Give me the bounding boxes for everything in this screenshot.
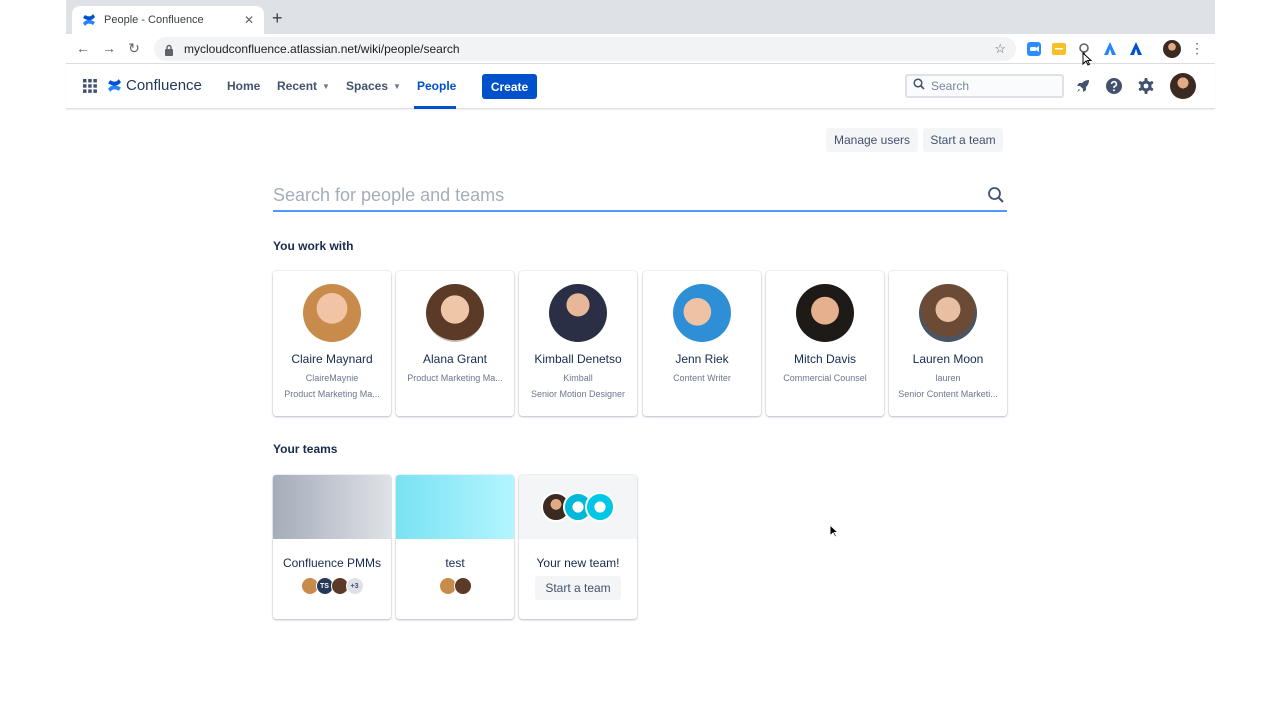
member-avatar	[453, 577, 472, 595]
nav-item-people[interactable]: People	[417, 79, 456, 93]
you-work-with-heading: You work with	[273, 239, 354, 253]
person-avatar	[673, 284, 731, 342]
browser-tab-strip: People - Confluence ✕ +	[66, 0, 1215, 34]
person-title: Senior Motion Designer	[530, 389, 626, 399]
manage-users-button[interactable]: Manage users	[826, 128, 918, 152]
create-button[interactable]: Create	[482, 74, 537, 99]
search-icon	[913, 77, 925, 95]
forward-arrow-icon[interactable]: →	[100, 40, 118, 56]
person-avatar	[549, 284, 607, 342]
app-switcher-icon[interactable]	[83, 79, 97, 93]
team-banner	[396, 475, 514, 539]
person-username: lauren	[935, 373, 961, 383]
nav-item-spaces[interactable]: Spaces ▼	[346, 79, 401, 93]
person-username: ClaireMaynie	[305, 373, 359, 383]
chevron-down-icon: ▼	[393, 82, 401, 91]
person-avatar	[426, 284, 484, 342]
browser-tab-title: People - Confluence	[104, 14, 204, 26]
nav-item-recent[interactable]: Recent ▼	[277, 79, 330, 93]
team-card[interactable]: Your new team! Start a team	[519, 475, 637, 619]
mouse-cursor-icon	[829, 523, 840, 538]
browser-window: People - Confluence ✕ + ← → ↻ mycloudcon…	[66, 0, 1215, 720]
app-name: Confluence	[126, 77, 202, 94]
mouse-cursor-icon	[1082, 51, 1093, 66]
start-team-button[interactable]: Start a team	[923, 128, 1003, 152]
person-title: Commercial Counsel	[783, 373, 867, 383]
team-members: TS +3	[273, 577, 391, 595]
team-name: test	[445, 556, 465, 570]
your-teams-heading: Your teams	[273, 442, 338, 456]
nav-search-input[interactable]	[931, 79, 1051, 93]
confluence-logo-icon	[107, 78, 122, 93]
team-card[interactable]: Confluence PMMs TS +3	[273, 475, 391, 619]
url-text: mycloudconfluence.atlassian.net/wiki/peo…	[184, 42, 460, 56]
nav-item-label: Recent	[277, 79, 318, 93]
reload-icon[interactable]: ↻	[125, 40, 143, 57]
person-title: Senior Content Marketi...	[898, 389, 998, 399]
tab-close-icon[interactable]: ✕	[242, 13, 256, 27]
member-overflow-count: +3	[345, 577, 364, 595]
nav-item-label: People	[417, 79, 457, 93]
person-card[interactable]: Mitch Davis Commercial Counsel	[766, 271, 884, 416]
team-name: Confluence PMMs	[282, 556, 382, 570]
bookmark-star-icon[interactable]: ☆	[994, 41, 1006, 57]
start-team-card-button[interactable]: Start a team	[535, 576, 621, 600]
person-name: Mitch Davis	[793, 352, 856, 366]
address-bar[interactable]: mycloudconfluence.atlassian.net/wiki/peo…	[154, 37, 1016, 61]
top-navigation: Confluence Home Recent ▼ Spaces ▼ People C…	[66, 64, 1215, 109]
team-card[interactable]: test	[396, 475, 514, 619]
person-title: Product Marketing Ma...	[407, 373, 503, 383]
settings-gear-icon[interactable]	[1137, 77, 1155, 95]
people-search-field[interactable]	[273, 180, 1007, 212]
browser-profile-avatar[interactable]	[1163, 40, 1181, 58]
confluence-favicon-icon	[82, 13, 96, 27]
back-arrow-icon[interactable]: ←	[74, 40, 92, 56]
new-tab-icon[interactable]: +	[272, 9, 283, 27]
team-name: Your new team!	[536, 556, 620, 570]
person-name: Claire Maynard	[291, 352, 373, 366]
person-card[interactable]: Lauren Moon lauren Senior Content Market…	[889, 271, 1007, 416]
person-card[interactable]: Kimball Denetso Kimball Senior Motion De…	[519, 271, 637, 416]
nav-item-home[interactable]: Home	[227, 79, 260, 93]
browser-toolbar: ← → ↻ mycloudconfluence.atlassian.net/wi…	[66, 34, 1215, 64]
team-members	[396, 577, 514, 595]
person-avatar	[303, 284, 361, 342]
user-avatar[interactable]	[1170, 73, 1196, 99]
confluence-logo[interactable]: Confluence	[107, 77, 202, 94]
nav-search-box[interactable]	[905, 74, 1064, 98]
person-username: Kimball	[563, 373, 593, 383]
notifications-rocket-icon[interactable]	[1074, 77, 1092, 95]
chevron-down-icon: ▼	[322, 82, 330, 91]
browser-tab[interactable]: People - Confluence ✕	[72, 6, 264, 34]
nav-item-label: Spaces	[346, 79, 389, 93]
atlassian-extension-icon[interactable]	[1103, 42, 1117, 56]
person-name: Kimball Denetso	[534, 352, 622, 366]
member-avatar	[585, 492, 615, 522]
person-card[interactable]: Alana Grant Product Marketing Ma...	[396, 271, 514, 416]
team-banner	[519, 475, 637, 539]
help-icon[interactable]	[1105, 77, 1123, 95]
person-name: Jenn Riek	[675, 352, 729, 366]
browser-menu-icon[interactable]: ⋮	[1188, 40, 1206, 57]
people-search-input[interactable]	[273, 184, 987, 206]
person-title: Content Writer	[673, 373, 731, 383]
person-name: Alana Grant	[422, 352, 488, 366]
person-avatar	[796, 284, 854, 342]
nav-item-label: Home	[227, 79, 261, 93]
person-name: Lauren Moon	[912, 352, 984, 366]
person-card[interactable]: Jenn Riek Content Writer	[643, 271, 761, 416]
notes-extension-icon[interactable]	[1052, 42, 1066, 56]
atlassian-extension-icon[interactable]	[1129, 42, 1143, 56]
search-icon[interactable]	[987, 186, 1005, 204]
person-card[interactable]: Claire Maynard ClaireMaynie Product Mark…	[273, 271, 391, 416]
active-nav-indicator	[414, 106, 456, 109]
lock-icon	[164, 43, 174, 56]
zoom-extension-icon[interactable]	[1027, 42, 1041, 56]
person-title: Product Marketing Ma...	[284, 389, 380, 399]
team-banner	[273, 475, 391, 539]
person-avatar	[919, 284, 977, 342]
